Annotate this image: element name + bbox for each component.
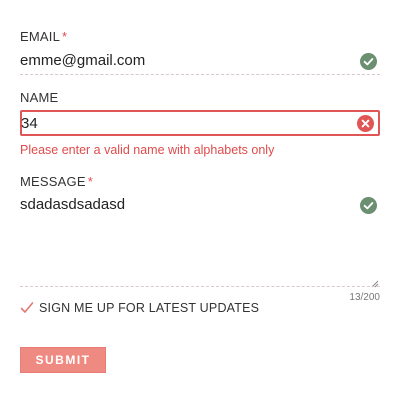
check-circle-icon xyxy=(360,197,377,214)
message-textarea[interactable]: sdadasdsadasd xyxy=(20,196,380,288)
message-required-marker: * xyxy=(87,174,93,189)
signup-checkbox-label: SIGN ME UP FOR LATEST UPDATES xyxy=(39,301,260,315)
submit-button[interactable]: SUBMIT xyxy=(20,347,106,373)
name-input[interactable]: 34 xyxy=(20,110,380,136)
message-character-counter: 13/200 xyxy=(349,292,380,303)
name-label: NAME xyxy=(20,90,58,105)
email-input-value: emme@gmail.com xyxy=(20,52,146,69)
name-error-message: Please enter a valid name with alphabets… xyxy=(20,143,275,157)
email-required-marker: * xyxy=(62,29,68,44)
name-label-text: NAME xyxy=(20,90,59,105)
x-circle-icon xyxy=(357,115,374,132)
check-circle-icon xyxy=(360,53,377,70)
email-label-text: EMAIL xyxy=(20,29,61,44)
message-underline xyxy=(20,286,380,287)
message-textarea-content: sdadasdsadasd xyxy=(20,196,380,218)
email-underline xyxy=(20,74,380,75)
email-label: EMAIL * xyxy=(20,29,67,44)
name-input-value: 34 xyxy=(21,115,38,132)
message-label: MESSAGE * xyxy=(20,174,93,189)
email-input[interactable]: emme@gmail.com xyxy=(20,52,380,74)
checkmark-icon xyxy=(20,301,34,315)
message-textarea-value: sdadasdsadasd xyxy=(20,196,126,213)
message-label-text: MESSAGE xyxy=(20,174,86,189)
signup-checkbox[interactable]: SIGN ME UP FOR LATEST UPDATES xyxy=(20,299,259,317)
resize-handle-icon[interactable] xyxy=(371,275,379,288)
